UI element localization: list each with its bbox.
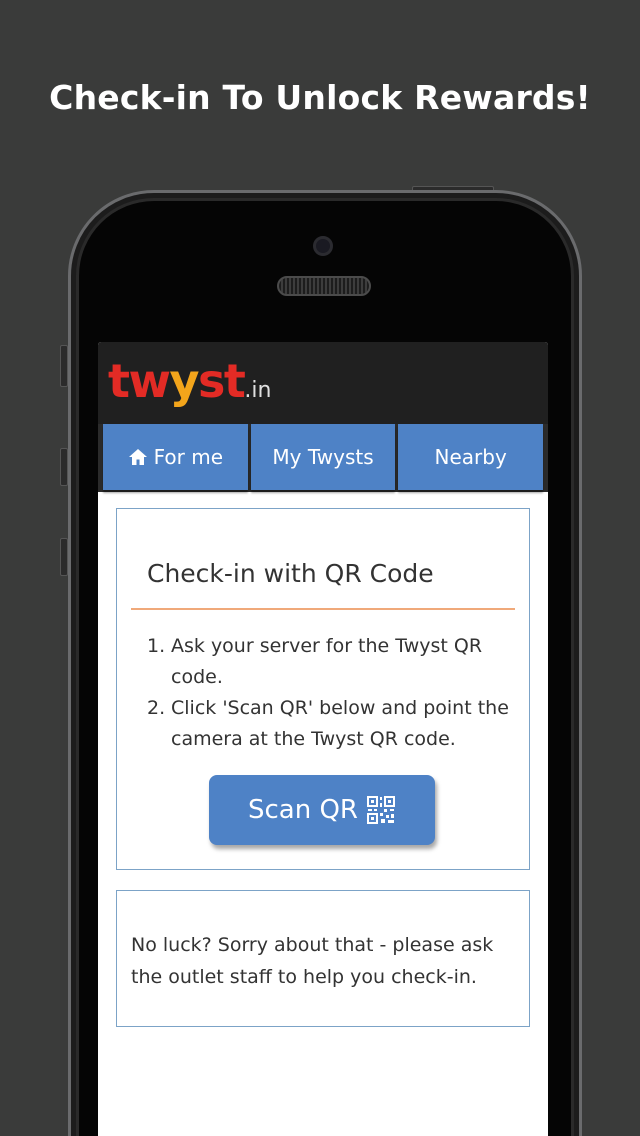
tab-label: For me <box>153 445 224 469</box>
tab-nearby[interactable]: Nearby <box>398 424 544 490</box>
help-card: No luck? Sorry about that - please ask t… <box>116 890 530 1027</box>
scan-qr-button[interactable]: Scan QR <box>209 775 435 845</box>
tab-for-me[interactable]: For me <box>103 424 248 490</box>
instruction-list: 1. Ask your server for the Twyst QR code… <box>147 631 511 755</box>
card-title: Check-in with QR Code <box>147 559 434 588</box>
qr-checkin-card: Check-in with QR Code 1. Ask your server… <box>116 508 530 870</box>
promo-headline: Check-in To Unlock Rewards! <box>49 78 591 117</box>
help-text: No luck? Sorry about that - please ask t… <box>131 934 494 988</box>
list-item: 2. Click 'Scan QR' below and point the c… <box>147 697 509 750</box>
title-divider <box>131 608 515 610</box>
phone-volume-down <box>60 538 68 576</box>
front-camera <box>313 236 333 256</box>
qr-code-icon <box>367 796 395 824</box>
home-icon <box>128 449 147 465</box>
tab-bar: For me My Twysts Nearby <box>98 424 548 492</box>
app-header: twyst.in <box>98 342 548 424</box>
earpiece-speaker <box>277 276 371 296</box>
phone-volume-up <box>60 448 68 486</box>
tab-label: Nearby <box>434 445 507 469</box>
tab-label: My Twysts <box>272 445 374 469</box>
twyst-logo: twyst.in <box>108 354 272 408</box>
list-item: 1. Ask your server for the Twyst QR code… <box>147 635 483 688</box>
tab-my-twysts[interactable]: My Twysts <box>250 424 396 490</box>
app-screen: twyst.in For me My Twysts Nearby Check-i… <box>98 342 548 1136</box>
phone-mute-switch <box>60 345 68 387</box>
